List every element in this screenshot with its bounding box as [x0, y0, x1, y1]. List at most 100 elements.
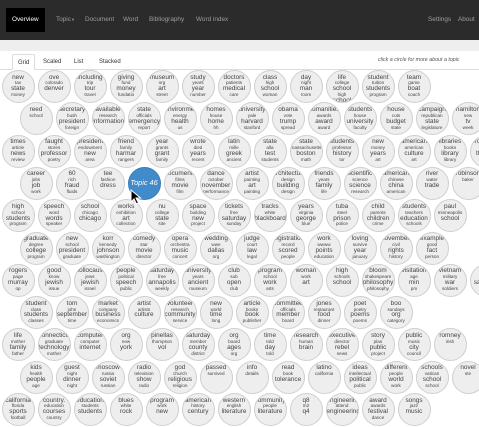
- topic-circle[interactable]: humanities awards award awardhumanitiesa…: [307, 102, 341, 136]
- topic-circle[interactable]: executive director rebel newsexecutivedi…: [325, 328, 359, 362]
- topic-circle[interactable]: program school work artsprogramschoolwor…: [253, 263, 287, 297]
- topic-circle[interactable]: boo sundays org categoryboosundaysorgcat…: [379, 296, 413, 330]
- topic-circle[interactable]: students house university facultystudent…: [343, 102, 377, 136]
- topic-circle[interactable]: poet poetry poems poemspoetpoetrypoemspo…: [343, 296, 377, 330]
- topic-circle[interactable]: river water traderiverwatertrade: [415, 166, 449, 200]
- tab-list[interactable]: List: [69, 54, 88, 70]
- topic-circle[interactable]: new world time longnewworldtimelong: [199, 296, 233, 330]
- topic-circle[interactable]: org new yorkorgnewyork: [109, 328, 143, 362]
- topic-circle[interactable]: moscow russia soviet russianmoscowrussia…: [91, 360, 125, 394]
- topic-circle[interactable]: passed survivedpassedsurvived: [199, 360, 233, 394]
- nav-settings[interactable]: Settings: [428, 12, 451, 28]
- topic-circle[interactable]: people political speech publicpeoplepoli…: [109, 263, 143, 297]
- topic-circle[interactable]: public music city councilpublicmusiccity…: [397, 328, 431, 362]
- nav-word-index[interactable]: Word index: [196, 12, 228, 28]
- topic-circle[interactable]: american history centuryamericanhistoryc…: [181, 393, 215, 426]
- topic-circle[interactable]: day night man roomdaynightmanroom: [289, 70, 323, 103]
- topic-circle[interactable]: novel stenovelste: [451, 360, 479, 394]
- topic-circle[interactable]: blues white rockblueswhiterock: [109, 393, 143, 426]
- topic-circle[interactable]: state alla test studentsstateallateststu…: [253, 134, 287, 168]
- topic-circle[interactable]: tracks white blackboardtrackswhiteblackb…: [253, 199, 287, 233]
- topic-circle[interactable]: state officials emergency reportstateoff…: [127, 102, 161, 136]
- topic-circle[interactable]: students professor history torstudentspr…: [325, 134, 359, 168]
- topic-circle[interactable]: community people literaturecommunitypeop…: [253, 393, 287, 426]
- topic-circle[interactable]: comedy star movie directorcomedystarmovi…: [127, 231, 161, 265]
- topic-circle[interactable]: libraries books library librarylibraries…: [433, 134, 467, 168]
- tab-stacked[interactable]: Stacked: [94, 54, 126, 70]
- topic-circle[interactable]: western english literaturewesternenglish…: [217, 393, 251, 426]
- nav-topic[interactable]: Topic▾: [56, 12, 74, 28]
- topic-circle[interactable]: education students studentseducationstud…: [73, 393, 107, 426]
- topic-circle[interactable]: time told day toldtimetolddaytold: [253, 328, 287, 362]
- topic-circle[interactable]: program work newprogramworknew: [145, 393, 179, 426]
- topic-circle[interactable]: child parents children crimechildparents…: [361, 199, 395, 233]
- topic-circle[interactable]: homes house home hhhomeshousehomehh: [199, 102, 233, 136]
- topic-circle[interactable]: good know jewish issuegoodknowjewishissu…: [37, 263, 71, 297]
- topic-circle[interactable]: high schools schoolhighschoolsschool: [325, 263, 359, 297]
- topic-circle[interactable]: new school president graduatenewschoolpr…: [55, 231, 89, 265]
- topic-circle[interactable]: engineering attend engineeringengineerin…: [325, 393, 359, 426]
- topic-circle[interactable]: woman work artwomanworkart: [289, 263, 323, 297]
- topic-circle[interactable]: american american culture artamericaname…: [397, 134, 431, 168]
- topic-circle[interactable]: god church religious religiongodchurchre…: [163, 360, 197, 394]
- topic-circle[interactable]: graduate degree college programgraduated…: [19, 231, 53, 265]
- topic-circle[interactable]: pinellas thompson volpinellasthompsonvol: [145, 328, 179, 362]
- topic-circle[interactable]: artist artists cultureartistartistscultu…: [127, 296, 161, 330]
- topic-circle[interactable]: work wwww points educationworkwwwwpoints…: [307, 231, 341, 265]
- topic-circle[interactable]: judge court law legaljudgecourtlawlegal: [235, 231, 269, 265]
- topic-circle[interactable]: students teachers education schoolsstude…: [397, 199, 431, 233]
- topic-circle[interactable]: kids health people agekidshealthpeopleag…: [19, 360, 53, 394]
- topic-circle[interactable]: opera orchestra music concertoperaorches…: [163, 231, 197, 265]
- topic-circle[interactable]: times article news reviewtimesarticlenew…: [1, 134, 35, 168]
- topic-circle[interactable]: jones restaurant food dinnerjonesrestaur…: [307, 296, 341, 330]
- topic-circle[interactable]: registration record scored peopleregistr…: [271, 231, 305, 265]
- topic-circle[interactable]: visitation age min pmvisitationageminpm: [397, 263, 431, 297]
- topic-circle[interactable]: student tuition students programstudentt…: [361, 70, 395, 103]
- topic-circle[interactable]: example good fact personexamplegoodfactp…: [415, 231, 449, 265]
- topic-circle[interactable]: new money years artnewmoneyyearsart: [361, 134, 395, 168]
- topic-circle[interactable]: tom john september timetomjohnseptembert…: [55, 296, 89, 330]
- topic-circle[interactable]: radio television show radioradiotelevisi…: [127, 360, 161, 394]
- topic-circle[interactable]: computer computer internetcomputercomput…: [73, 328, 107, 362]
- topic-circle[interactable]: songs jazz musicsongsjazzmusic: [397, 393, 431, 426]
- topic-circle[interactable]: rogers page murray oprogerspagemurrayop: [1, 263, 35, 297]
- topic-circle[interactable]: info detailsinfodetails: [235, 360, 269, 394]
- topic-circle[interactable]: guest night dinner nightguestnightdinner…: [55, 360, 89, 394]
- topic-circle[interactable]: november, civil rights historynovember,c…: [379, 231, 413, 265]
- topic-circle[interactable]: friends years family lifefriendsyearsfam…: [307, 166, 341, 200]
- nav-about[interactable]: About: [458, 12, 475, 28]
- topic-circle[interactable]: hollocaust jews jewish israelhollocaustj…: [73, 263, 107, 297]
- topic-circle[interactable]: available research informationavailabler…: [91, 102, 125, 136]
- topic-circle[interactable]: committee officials member boardcommitte…: [271, 296, 305, 330]
- topic-circle[interactable]: house cuts budget statehousecutsbudgetst…: [379, 102, 413, 136]
- topic-circle[interactable]: tee fashion dressteefashiondress: [91, 166, 125, 200]
- topic-circle[interactable]: wedding wwe dallas orgweddingwwedallasor…: [199, 231, 233, 265]
- tab-scaled[interactable]: Scaled: [38, 54, 66, 70]
- topic-circle[interactable]: works exhibition art collectionworksexhi…: [109, 199, 143, 233]
- topic-circle[interactable]: loving survive year januarylovingsurvive…: [343, 231, 377, 265]
- topic-circle[interactable]: american chinese china americanamericanc…: [379, 166, 413, 200]
- topic-circle[interactable]: wrote died years recentwrotediedyearsrec…: [181, 134, 215, 168]
- topic-circle[interactable]: book author saturday writersbookauthorsa…: [469, 263, 479, 297]
- topic-circle[interactable]: latino californialatinocalifornia: [307, 360, 341, 394]
- topic-circle[interactable]: high school students programhighschoolst…: [1, 199, 35, 233]
- topic-circle[interactable]: club sub open clubclubsubopenclub: [217, 263, 251, 297]
- topic-circle[interactable]: ove colorado denverovecoloradodenver: [37, 70, 71, 103]
- topic-circle[interactable]: student class students classesstudentcla…: [19, 296, 53, 330]
- topic-circle[interactable]: award awards festival danceawardawardsfe…: [361, 393, 395, 426]
- tab-grid[interactable]: Grid: [12, 54, 36, 70]
- topic-circle[interactable]: korr kennedy johnson washingtonkorrkenne…: [91, 231, 125, 265]
- topic-circle[interactable]: connecticut graduate technology motherco…: [37, 328, 71, 362]
- topic-circle[interactable]: schools vatican school schoolschoolsvati…: [415, 360, 449, 394]
- topic-circle[interactable]: Topic 46: [127, 166, 161, 200]
- topic-circle[interactable]: campaign republican state legislaturecam…: [415, 102, 449, 136]
- topic-circle[interactable]: nu college state sitenucollegestatesite: [145, 199, 179, 233]
- topic-circle[interactable]: california florida sports footballcalifo…: [1, 393, 35, 426]
- topic-circle[interactable]: vietnam military war soldiersvietnammili…: [433, 263, 467, 297]
- topic-circle[interactable]: tickets free saturday sundayticketsfrees…: [217, 199, 251, 233]
- topic-circle[interactable]: bloom shakespeare philosophy philosophyb…: [361, 263, 395, 297]
- topic-circle[interactable]: story plan public projectstoryplanpublic…: [361, 328, 395, 362]
- topic-circle[interactable]: dance october november performancedanceo…: [199, 166, 233, 200]
- topic-circle[interactable]: saturday member county districtsaturdaym…: [181, 328, 215, 362]
- topic-circle[interactable]: volunteer research community servicevolu…: [163, 296, 197, 330]
